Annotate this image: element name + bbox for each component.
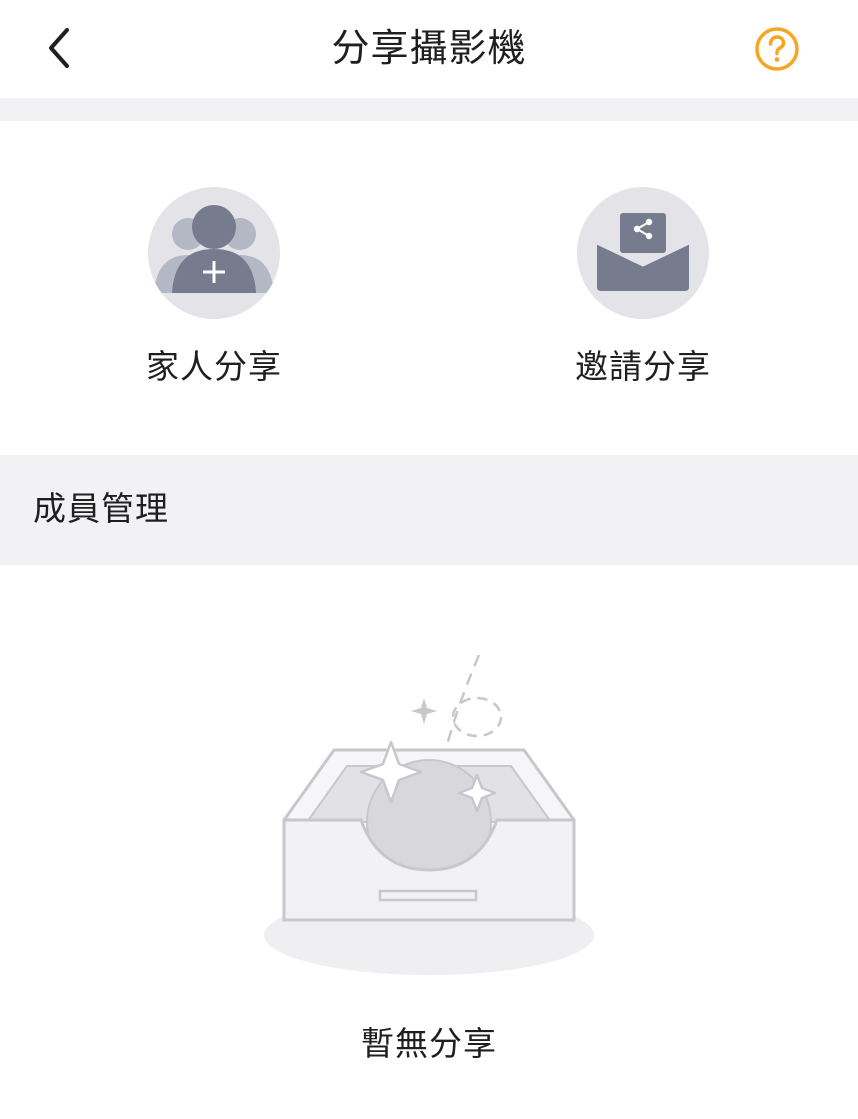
header-divider [0,98,858,121]
member-list-empty-state: 暫無分享 [0,565,858,1119]
section-title: 成員管理 [33,489,169,528]
empty-state-text: 暫無分享 [361,1024,497,1063]
empty-inbox-icon [264,654,594,975]
help-button[interactable] [750,22,804,76]
share-invitation-envelope-icon [577,187,709,319]
nav-bar: 分享攝影機 [0,0,858,98]
family-share-label: 家人分享 [146,347,282,386]
family-share-option[interactable]: 家人分享 [104,187,324,389]
add-family-member-icon [148,187,280,319]
invite-share-option[interactable]: 邀請分享 [533,187,753,389]
question-circle-icon [755,27,799,71]
share-options: 家人分享 邀請分享 [0,121,858,455]
member-management-header: 成員管理 [0,455,858,565]
invite-share-label: 邀請分享 [575,347,711,386]
share-camera-page: 分享攝影機 家人分享 邀請分享 成員管理 暫無分享 [0,0,858,1119]
page-title: 分享攝影機 [331,26,527,70]
